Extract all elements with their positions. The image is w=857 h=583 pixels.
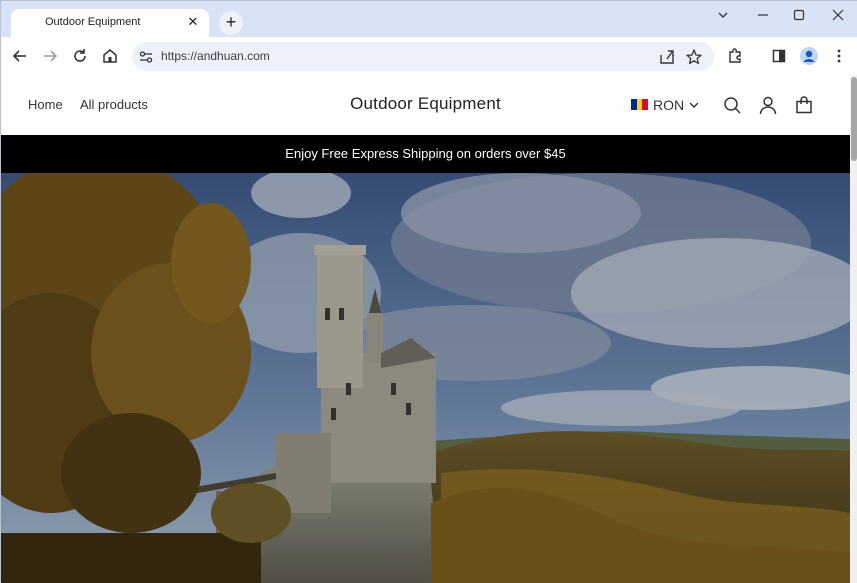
- reload-icon[interactable]: [67, 43, 93, 69]
- web-page: Home All products Outdoor Equipment RON: [1, 75, 850, 583]
- account-icon[interactable]: [758, 95, 778, 115]
- new-tab-button[interactable]: +: [219, 11, 243, 35]
- tab-search-icon[interactable]: [709, 5, 737, 25]
- tab-title: Outdoor Equipment: [45, 16, 141, 28]
- share-icon[interactable]: [658, 48, 676, 66]
- cart-icon[interactable]: [794, 95, 814, 115]
- tab-strip: Outdoor Equipment ✕ +: [1, 1, 857, 37]
- site-info-icon[interactable]: [138, 49, 154, 65]
- page-scrollbar[interactable]: [850, 75, 857, 583]
- extensions-icon[interactable]: [722, 43, 748, 69]
- browser-toolbar: https://andhuan.com: [1, 37, 857, 75]
- sidepanel-icon[interactable]: [766, 43, 792, 69]
- star-icon[interactable]: [685, 48, 703, 66]
- home-icon[interactable]: [97, 43, 123, 69]
- profile-icon[interactable]: [796, 43, 822, 69]
- close-window-icon[interactable]: [824, 5, 852, 25]
- announcement-bar: Enjoy Free Express Shipping on orders ov…: [1, 135, 850, 173]
- chevron-down-icon: [689, 102, 699, 108]
- address-bar[interactable]: https://andhuan.com: [132, 42, 714, 71]
- more-icon[interactable]: [826, 43, 852, 69]
- search-icon[interactable]: [722, 95, 742, 115]
- minimize-icon[interactable]: [749, 5, 777, 25]
- currency-label: RON: [653, 97, 685, 113]
- close-tab-icon[interactable]: ✕: [186, 15, 200, 29]
- forward-icon[interactable]: [37, 43, 63, 69]
- back-icon[interactable]: [7, 43, 33, 69]
- url-text[interactable]: https://andhuan.com: [161, 49, 270, 63]
- scrollbar-thumb[interactable]: [851, 77, 857, 161]
- browser-window: Outdoor Equipment ✕ + https://andhuan.co…: [0, 0, 857, 583]
- romania-flag-icon: [631, 99, 649, 110]
- maximize-icon[interactable]: [785, 5, 813, 25]
- site-header: Home All products Outdoor Equipment RON: [1, 75, 850, 135]
- tab-active[interactable]: Outdoor Equipment ✕: [11, 9, 209, 37]
- hero-image: [1, 173, 850, 583]
